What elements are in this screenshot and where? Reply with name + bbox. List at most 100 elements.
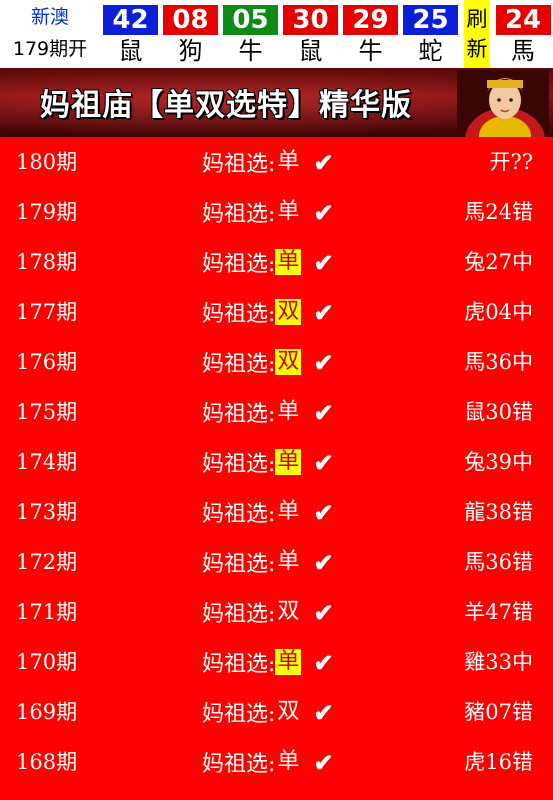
ball-zodiac: 狗 — [178, 37, 203, 65]
pick-value: 单 — [277, 749, 300, 774]
pick-label: 妈祖选: — [202, 652, 276, 677]
result-text: 雞33中 — [464, 650, 533, 674]
check-icon: ✔ — [313, 347, 334, 377]
result-text: 虎16错 — [464, 750, 533, 774]
check-icon: ✔ — [313, 147, 334, 177]
special-ball-zodiac: 馬 — [511, 37, 535, 65]
prediction-row: 170期 妈祖选: 单 ✔ 雞33中 — [0, 637, 553, 687]
issue-number: 174期 — [16, 450, 78, 474]
number-balls: 42 鼠 08 狗 05 牛 30 鼠 29 牛 25 蛇 — [100, 0, 460, 68]
ball-number: 05 — [223, 5, 278, 35]
prediction-row: 172期 妈祖选: 单 ✔ 馬36错 — [0, 537, 553, 587]
result-text: 馬36中 — [464, 350, 533, 374]
result-text: 鼠30错 — [464, 400, 533, 424]
pick-label: 妈祖选: — [202, 452, 276, 477]
prediction-row: 174期 妈祖选: 单 ✔ 兔39中 — [0, 437, 553, 487]
pick-value: 单 — [277, 199, 300, 224]
check-icon: ✔ — [313, 397, 334, 427]
result-text: 羊47错 — [464, 600, 533, 624]
result-text: 龍38错 — [464, 500, 533, 524]
issue-number: 170期 — [16, 650, 78, 674]
issue-number: 179期 — [16, 200, 78, 224]
special-ball-number: 24 — [495, 5, 551, 35]
pick-cell: 妈祖选: 单 ✔ — [202, 647, 334, 678]
pick-value: 双 — [277, 699, 300, 724]
pick-value: 单 — [277, 549, 300, 574]
ball-number: 42 — [103, 5, 158, 35]
check-icon: ✔ — [313, 747, 334, 777]
check-icon: ✔ — [313, 447, 334, 477]
issue-number: 168期 — [16, 750, 78, 774]
prediction-row: 178期 妈祖选: 单 ✔ 兔27中 — [0, 237, 553, 287]
check-icon: ✔ — [313, 547, 334, 577]
number-ball: 29 牛 — [341, 0, 400, 68]
check-icon: ✔ — [313, 247, 334, 277]
result-text: 兔39中 — [464, 450, 533, 474]
pick-value: 双 — [277, 599, 300, 624]
number-ball: 08 狗 — [161, 0, 220, 68]
result-text: 兔27中 — [464, 250, 533, 274]
pick-cell: 妈祖选: 双 ✔ — [202, 347, 334, 378]
result-text: 虎04中 — [464, 300, 533, 324]
pick-value: 单 — [275, 449, 302, 475]
pick-cell: 妈祖选: 双 ✔ — [202, 297, 334, 328]
ball-zodiac: 牛 — [238, 37, 263, 65]
pick-label: 妈祖选: — [202, 302, 276, 327]
issue-info: 新澳 179期开 — [0, 0, 100, 68]
pick-value: 单 — [277, 399, 300, 424]
pick-label: 妈祖选: — [202, 502, 276, 527]
prediction-row-partial — [0, 787, 553, 800]
pick-label: 妈祖选: — [202, 752, 276, 777]
issue-number: 171期 — [16, 600, 78, 624]
ball-zodiac: 鼠 — [118, 37, 143, 65]
ball-number: 25 — [403, 5, 458, 35]
result-text: 馬24错 — [464, 200, 533, 224]
ball-zodiac: 蛇 — [418, 37, 443, 65]
mazu-statue-image — [457, 70, 549, 137]
pick-label: 妈祖选: — [202, 602, 276, 627]
pick-label: 妈祖选: — [202, 552, 276, 577]
pick-label: 妈祖选: — [202, 152, 276, 177]
number-ball: 42 鼠 — [101, 0, 160, 68]
prediction-row: 176期 妈祖选: 双 ✔ 馬36中 — [0, 337, 553, 387]
pick-value: 双 — [275, 349, 302, 375]
brand-label[interactable]: 新澳 — [0, 0, 100, 34]
banner: 妈祖庙【单双选特】精华版 — [0, 68, 553, 137]
pick-value: 单 — [275, 649, 302, 675]
pick-cell: 妈祖选: 单 ✔ — [202, 747, 334, 778]
pick-value: 双 — [275, 299, 302, 325]
number-ball: 05 牛 — [221, 0, 280, 68]
ball-zodiac: 牛 — [358, 37, 383, 65]
check-icon: ✔ — [313, 297, 334, 327]
issue-number: 175期 — [16, 400, 78, 424]
ball-number: 30 — [283, 5, 338, 35]
pick-cell: 妈祖选: 单 ✔ — [202, 497, 334, 528]
prediction-row: 169期 妈祖选: 双 ✔ 豬07错 — [0, 687, 553, 737]
prediction-list: 180期 妈祖选: 单 ✔ 开?? 179期 妈祖选: 单 ✔ 馬24错 178期 妈祖选: 单 ✔ 兔27… — [0, 137, 553, 800]
check-icon: ✔ — [313, 697, 334, 727]
pick-label: 妈祖选: — [202, 352, 276, 377]
prediction-row: 180期 妈祖选: 单 ✔ 开?? — [0, 137, 553, 187]
pick-cell: 妈祖选: 单 ✔ — [202, 447, 334, 478]
period-label: 179期开 — [12, 38, 88, 60]
prediction-row: 175期 妈祖选: 单 ✔ 鼠30错 — [0, 387, 553, 437]
banner-title: 妈祖庙【单双选特】精华版 — [40, 88, 412, 123]
pick-label: 妈祖选: — [202, 402, 276, 427]
result-text: 豬07错 — [464, 700, 533, 724]
number-ball: 30 鼠 — [281, 0, 340, 68]
prediction-row: 171期 妈祖选: 双 ✔ 羊47错 — [0, 587, 553, 637]
refresh-button[interactable]: 刷新 — [464, 0, 490, 68]
ball-zodiac: 鼠 — [298, 37, 323, 65]
check-icon: ✔ — [313, 597, 334, 627]
number-ball: 25 蛇 — [401, 0, 460, 68]
issue-number: 173期 — [16, 500, 78, 524]
issue-number: 169期 — [16, 700, 78, 724]
issue-number: 172期 — [16, 550, 78, 574]
pick-cell: 妈祖选: 单 ✔ — [202, 247, 334, 278]
issue-number: 176期 — [16, 350, 78, 374]
issue-number: 178期 — [16, 250, 78, 274]
ball-number: 29 — [343, 5, 398, 35]
pick-cell: 妈祖选: 双 ✔ — [202, 597, 334, 628]
check-icon: ✔ — [313, 497, 334, 527]
prediction-row: 173期 妈祖选: 单 ✔ 龍38错 — [0, 487, 553, 537]
